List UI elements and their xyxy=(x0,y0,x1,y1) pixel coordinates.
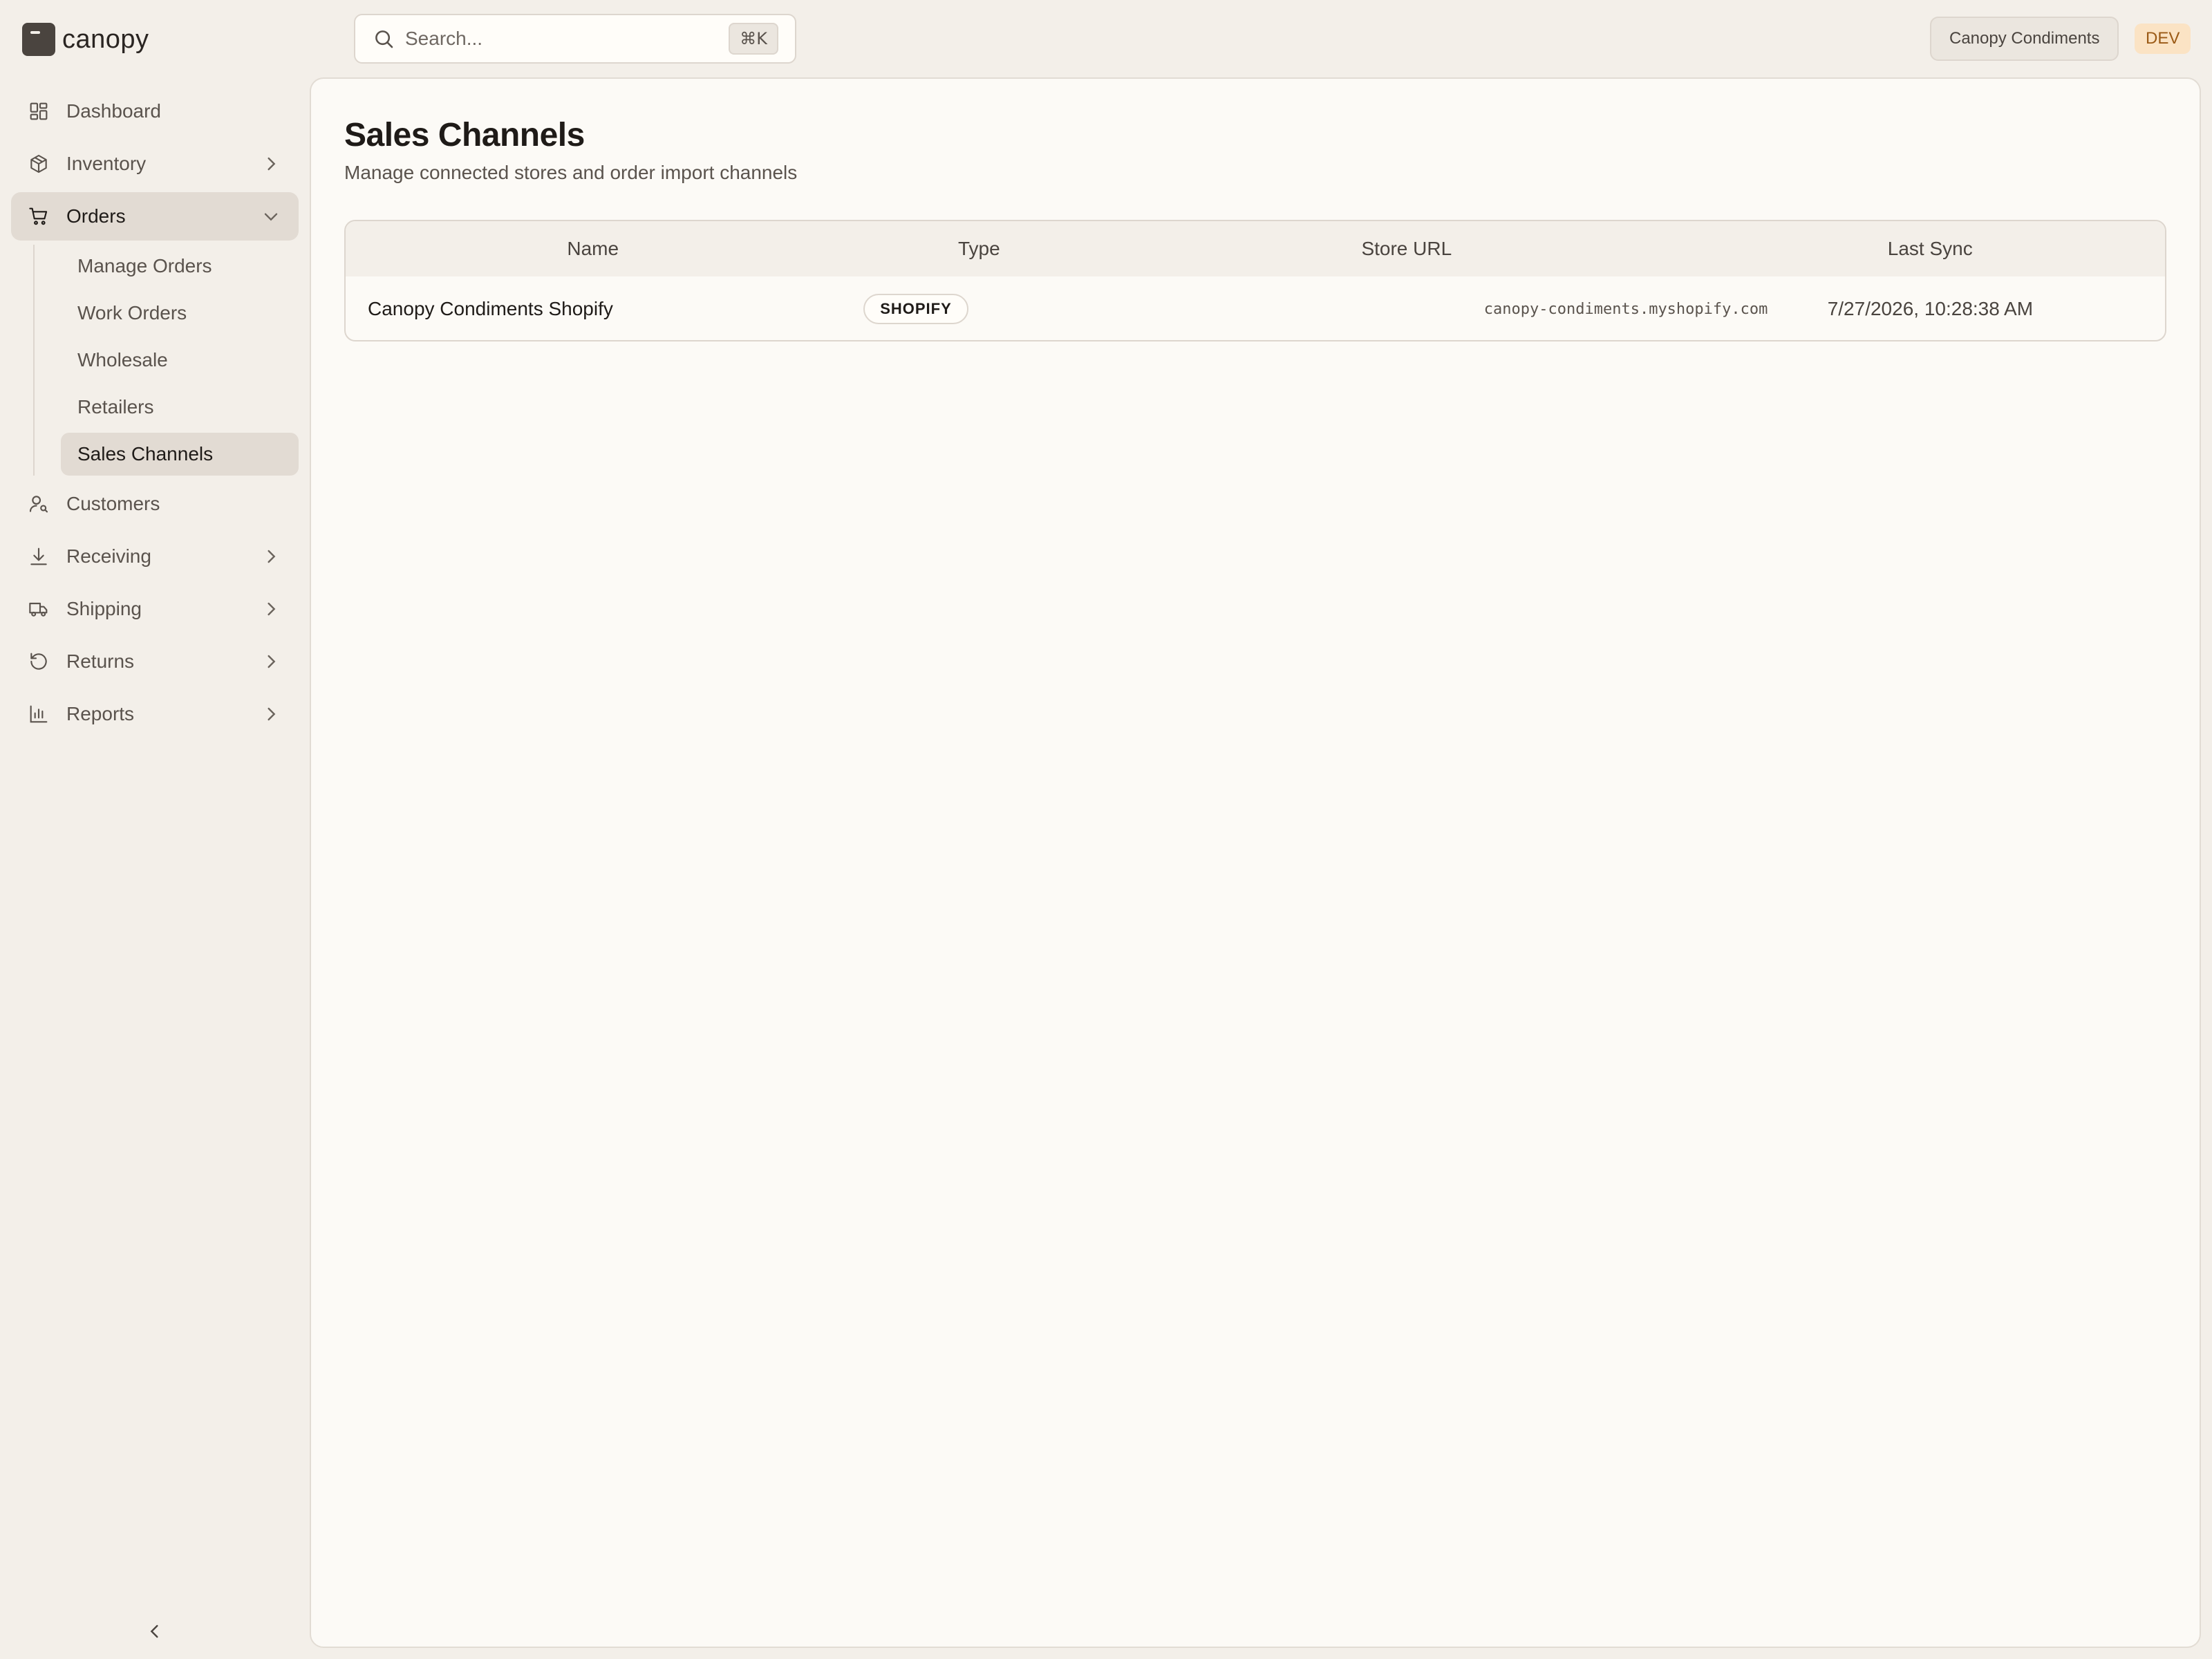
sidebar: canopy Dashboard Inventory Orders Manage… xyxy=(0,0,310,1659)
sidebar-item-label: Reports xyxy=(66,703,135,724)
logo-icon xyxy=(22,23,55,56)
main-content: Sales Channels Manage connected stores a… xyxy=(310,77,2201,1648)
sidebar-item-dashboard[interactable]: Dashboard xyxy=(11,87,299,135)
sidebar-subitem-retailers[interactable]: Retailers xyxy=(61,386,299,429)
chevron-right-icon xyxy=(260,598,282,620)
environment-badge: DEV xyxy=(2135,24,2191,54)
page-title: Sales Channels xyxy=(344,117,585,153)
sidebar-item-label: Returns xyxy=(66,650,135,672)
column-header-store-url[interactable]: Store URL xyxy=(1118,238,1695,260)
chevron-right-icon xyxy=(260,703,282,725)
sidebar-item-receiving[interactable]: Receiving xyxy=(11,532,299,581)
sidebar-nav: Dashboard Inventory Orders Manage Orders… xyxy=(11,87,299,742)
cart-icon xyxy=(28,205,50,227)
chevron-left-icon xyxy=(150,1624,158,1638)
sidebar-item-label: Shipping xyxy=(66,598,142,619)
logo[interactable]: canopy xyxy=(22,22,149,57)
download-icon xyxy=(28,545,50,568)
chevron-right-icon xyxy=(260,545,282,568)
sidebar-item-inventory[interactable]: Inventory xyxy=(11,140,299,188)
sidebar-item-label: Orders xyxy=(66,205,126,227)
sidebar-subitem-wholesale[interactable]: Wholesale xyxy=(61,339,299,382)
sidebar-item-label: Customers xyxy=(66,493,160,514)
sidebar-subitem-work-orders[interactable]: Work Orders xyxy=(61,292,299,335)
channel-name: Canopy Condiments Shopify xyxy=(368,298,613,319)
orders-subnav: Manage Orders Work Orders Wholesale Reta… xyxy=(11,245,299,476)
sidebar-item-orders[interactable]: Orders xyxy=(11,192,299,241)
chevron-down-icon xyxy=(260,205,282,227)
truck-icon xyxy=(28,598,50,620)
sidebar-item-label: Receiving xyxy=(66,545,151,567)
table-header: Name Type Store URL Last Sync xyxy=(346,221,2165,276)
search-input[interactable] xyxy=(405,28,709,50)
app-root: canopy Dashboard Inventory Orders Manage… xyxy=(0,0,2212,1659)
column-header-name[interactable]: Name xyxy=(346,238,840,260)
user-search-icon xyxy=(28,493,50,515)
sidebar-item-reports[interactable]: Reports xyxy=(11,690,299,738)
table-row[interactable]: Canopy Condiments Shopify SHOPIFY canopy… xyxy=(346,276,2165,340)
logo-text: canopy xyxy=(62,24,149,54)
sales-channels-table: Name Type Store URL Last Sync Canopy Con… xyxy=(344,220,2166,341)
search-icon xyxy=(372,27,395,50)
column-header-last-sync[interactable]: Last Sync xyxy=(1696,238,2165,260)
search-shortcut-hint: ⌘K xyxy=(729,23,778,55)
sidebar-item-returns[interactable]: Returns xyxy=(11,637,299,686)
search-bar[interactable]: ⌘K xyxy=(354,14,796,64)
sidebar-item-customers[interactable]: Customers xyxy=(11,480,299,528)
channel-type-badge: SHOPIFY xyxy=(863,294,968,324)
column-header-type[interactable]: Type xyxy=(840,238,1118,260)
collapse-sidebar-button[interactable] xyxy=(144,1620,166,1642)
organization-switcher-button[interactable]: Canopy Condiments xyxy=(1930,17,2119,61)
chevron-right-icon xyxy=(260,650,282,673)
undo-icon xyxy=(28,650,50,673)
channel-store-url: canopy-condiments.myshopify.com xyxy=(1118,301,1768,318)
sidebar-subitem-manage-orders[interactable]: Manage Orders xyxy=(61,245,299,288)
bar-chart-icon xyxy=(28,703,50,725)
box-icon xyxy=(28,153,50,175)
sidebar-item-label: Dashboard xyxy=(66,100,161,122)
sidebar-item-label: Inventory xyxy=(66,153,147,174)
channel-type-cell: SHOPIFY xyxy=(840,294,1118,324)
sidebar-subitem-sales-channels[interactable]: Sales Channels xyxy=(61,433,299,476)
channel-last-sync: 7/27/2026, 10:28:38 AM xyxy=(1827,298,2034,319)
chevron-right-icon xyxy=(260,153,282,175)
page-subtitle: Manage connected stores and order import… xyxy=(344,162,798,183)
dashboard-icon xyxy=(28,100,50,122)
sidebar-item-shipping[interactable]: Shipping xyxy=(11,585,299,633)
